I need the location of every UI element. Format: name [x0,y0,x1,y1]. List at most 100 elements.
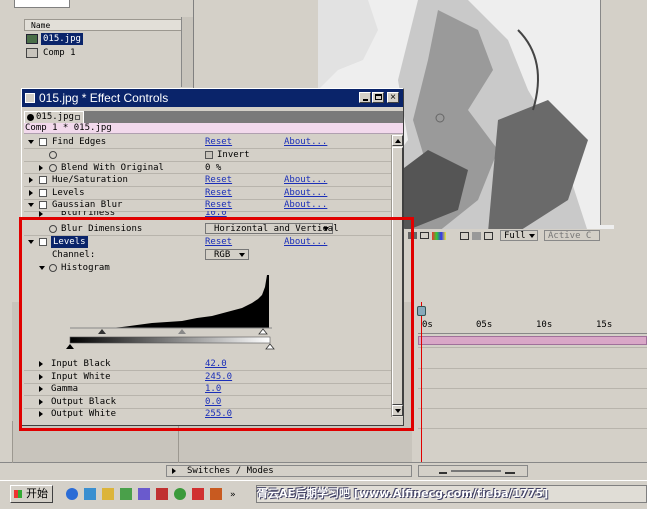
taskbar-window-button[interactable]: 胥云AE后期学习吧 [www.Alfinecg.com/tieba/1775] [256,485,647,503]
chrome-icon[interactable] [174,488,186,500]
project-list-header[interactable]: Name [24,19,182,31]
time-ruler[interactable]: 0s 05s 10s 15s [418,314,647,334]
chevron-right-icon [172,468,176,474]
work-area-bar[interactable] [418,336,647,345]
timeline-bottom-bar: Switches / Modes [0,421,647,478]
active-camera-value: Active C [548,231,592,241]
zoom-slider[interactable] [451,470,501,472]
resolution-value: Full [504,231,526,241]
app-icon[interactable] [156,488,168,500]
effect-gaussian-blur[interactable]: Gaussian Blur Reset About... [24,199,393,211]
window-title-bar[interactable]: 015.jpg * Effect Controls × [22,89,403,107]
tab-label: 015.jpg [36,112,74,122]
footage-icon [26,34,38,44]
tab-row: 015.jpg [24,111,403,123]
player-icon[interactable] [120,488,132,500]
watermark-text: 胥云AE后期学习吧 [www.Alfinecg.com/tieba/1775] [257,487,549,500]
chevron-down-icon[interactable] [28,203,34,207]
pdf-icon[interactable] [192,488,204,500]
grid-icon[interactable] [420,232,429,239]
chevron-down-icon [529,234,535,238]
quick-launch: » [64,487,244,501]
about-link[interactable]: About... [284,187,327,199]
windows-taskbar: 开始 » 胥云AE后期学习吧 [www.Alfinecg.com/tieba/1… [0,480,647,509]
effect-name: Gaussian Blur [52,200,123,210]
reset-link[interactable]: Reset [205,136,232,148]
tab-close-icon[interactable] [75,115,80,120]
project-scrollbar[interactable] [181,17,193,87]
tab-015jpg[interactable]: 015.jpg [24,111,84,123]
start-button[interactable]: 开始 [10,485,53,503]
effect-find-edges[interactable]: Find Edges Reset About... [24,136,393,148]
about-link[interactable]: About... [284,199,327,211]
effect-hue-saturation[interactable]: Hue/Saturation Reset About... [24,174,393,186]
ruler-label: 15s [596,320,613,330]
project-item-comp1[interactable]: Comp 1 [24,47,184,59]
layer-path-bar: Comp 1 * 015.jpg [24,123,403,134]
effect-levels[interactable]: Levels Reset About... [24,187,393,199]
timeline-track-area [418,330,647,462]
ie-icon[interactable] [66,488,78,500]
ruler-label: 05s [476,320,493,330]
about-link[interactable]: About... [284,136,327,148]
desktop-icon[interactable] [84,488,96,500]
switches-modes-label: Switches / Modes [187,466,274,476]
stopwatch-icon[interactable] [49,164,57,172]
region-icon[interactable] [460,232,469,240]
image-viewer-icon[interactable] [210,488,222,500]
viewer-right-edge [614,0,647,232]
chevron-down-icon[interactable] [28,140,34,144]
chevron-right-icon[interactable] [29,177,33,183]
expand-icon[interactable]: » [230,490,235,500]
viewer-right-scrollbar[interactable] [600,0,614,225]
chevron-right-icon[interactable] [29,190,33,196]
pixel-aspect-icon[interactable] [484,232,493,240]
chevron-right-icon[interactable] [39,165,43,171]
highlight-annotation-box [19,217,414,431]
maximize-button[interactable] [372,92,384,103]
close-button[interactable]: × [387,92,399,103]
window-title: 015.jpg * Effect Controls [39,91,169,105]
minimize-button[interactable] [359,92,371,103]
reset-link[interactable]: Reset [205,174,232,186]
invert-checkbox[interactable] [205,151,213,159]
resolution-dropdown[interactable]: Full [500,230,538,241]
zoom-out-icon[interactable] [439,468,447,474]
explorer-icon[interactable] [102,488,114,500]
effect-enable-checkbox[interactable] [39,189,47,197]
project-item-label: 015.jpg [41,33,83,45]
current-time-indicator-head[interactable] [417,306,426,316]
reset-link[interactable]: Reset [205,199,232,211]
color-channel-icon[interactable] [432,232,446,240]
transparency-icon[interactable] [472,232,481,240]
zoom-in-icon[interactable] [505,468,515,474]
invert-row: Invert [24,149,393,161]
project-item-015jpg[interactable]: 015.jpg [24,33,184,45]
windows-logo-icon [14,490,22,498]
invert-label: Invert [217,150,250,160]
current-time-marker[interactable] [421,302,422,467]
ruler-label: 10s [536,320,553,330]
layer-path-label: Comp 1 * 015.jpg [25,123,112,133]
reset-link[interactable]: Reset [205,187,232,199]
close-icon: × [390,92,396,103]
zoom-controls[interactable] [418,465,528,477]
effect-name: Hue/Saturation [52,175,128,185]
about-link[interactable]: About... [284,174,327,186]
media-icon[interactable] [138,488,150,500]
viewer-toolbar: Full Active C [404,229,620,243]
effect-enable-checkbox[interactable] [39,176,47,184]
switches-modes-toggle[interactable]: Switches / Modes [166,465,412,477]
project-item-label: Comp 1 [43,48,76,58]
stopwatch-icon[interactable] [49,151,57,159]
effect-name: Find Edges [52,137,107,147]
effect-icon [27,114,34,121]
effect-enable-checkbox[interactable] [39,201,47,209]
name-column-header: Name [31,21,51,30]
effect-name: Levels [52,188,85,198]
composition-icon [26,48,38,58]
camera-dropdown[interactable]: Active C [544,230,600,241]
scroll-up-button[interactable] [392,135,403,146]
effect-enable-checkbox[interactable] [39,138,47,146]
ruler-label: 0s [422,320,433,330]
